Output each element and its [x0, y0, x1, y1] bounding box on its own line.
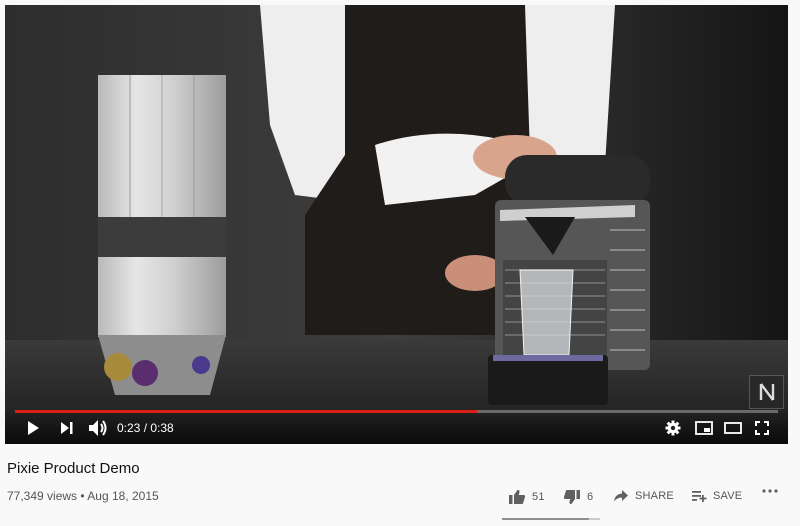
duration: 0:38	[150, 421, 174, 435]
fullscreen-button[interactable]	[752, 418, 772, 438]
time-display: 0:23 / 0:38	[117, 421, 174, 435]
video-player[interactable]: 0:23 / 0:38	[5, 5, 788, 444]
nespresso-logo-icon	[759, 383, 774, 401]
dislike-count: 6	[587, 491, 594, 503]
play-button[interactable]	[23, 418, 43, 438]
miniplayer-icon	[695, 421, 713, 435]
channel-watermark[interactable]	[749, 375, 784, 409]
save-label: SAVE	[713, 490, 743, 502]
sentiment-likes	[502, 518, 590, 520]
like-count: 51	[532, 491, 545, 503]
meta-separator: •	[77, 489, 88, 503]
play-icon	[28, 421, 39, 435]
more-actions-button[interactable]	[762, 489, 778, 493]
thumbs-up-icon	[509, 489, 526, 504]
volume-button[interactable]	[87, 417, 109, 439]
theater-mode-icon	[724, 422, 742, 434]
video-frame	[5, 5, 788, 444]
share-label: SHARE	[635, 490, 674, 502]
miniplayer-button[interactable]	[693, 418, 715, 438]
theater-mode-button[interactable]	[722, 418, 744, 438]
like-button[interactable]: 51	[508, 489, 545, 505]
share-button[interactable]: SHARE	[613, 489, 674, 503]
fullscreen-icon	[755, 421, 769, 435]
video-meta: 77,349 views • Aug 18, 2015	[7, 489, 159, 503]
thumbs-down-icon	[563, 490, 580, 505]
save-button[interactable]: SAVE	[691, 489, 742, 503]
skip-next-icon	[61, 422, 73, 434]
share-icon	[614, 490, 628, 502]
current-time: 0:23	[117, 421, 141, 435]
time-separator: /	[140, 421, 151, 435]
sentiment-bar	[502, 518, 600, 520]
gear-icon	[665, 420, 681, 436]
view-count: 77,349 views	[7, 489, 78, 503]
playlist-add-icon	[692, 491, 707, 502]
settings-button[interactable]	[663, 418, 683, 438]
more-horizontal-icon	[762, 489, 778, 493]
video-title: Pixie Product Demo	[7, 460, 140, 477]
next-button[interactable]	[57, 418, 77, 438]
dislike-button[interactable]: 6	[563, 489, 593, 505]
upload-date: Aug 18, 2015	[87, 489, 159, 503]
volume-icon	[89, 420, 107, 436]
